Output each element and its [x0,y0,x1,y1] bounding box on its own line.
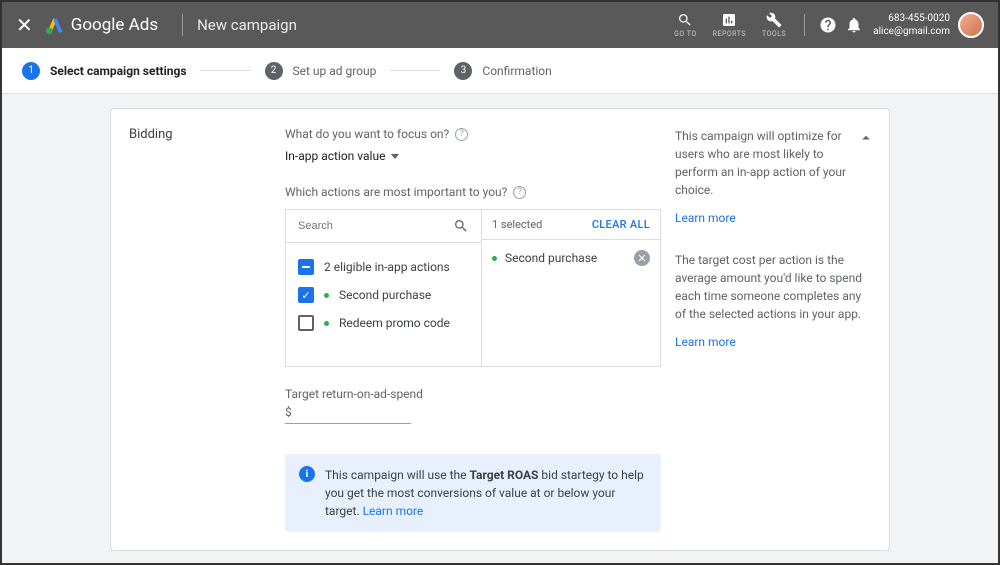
selected-header: 1 selected CLEAR ALL [482,210,660,240]
action-label: Redeem promo code [339,316,450,330]
callout-text: This campaign will use the Target ROAS b… [325,466,647,520]
goto-label: GO TO [674,30,697,38]
eligible-header-text: 2 eligible in-app actions [324,260,450,274]
action-item-redeem-promo[interactable]: Redeem promo code [298,309,469,337]
reports-icon [721,12,737,28]
input-underline [285,423,411,424]
app-header: ✕ Google Ads New campaign GO TO REPORTS … [2,2,998,48]
help-icon [819,16,837,34]
bidding-title: Bidding [129,127,285,532]
checkbox-checked-icon[interactable] [298,287,314,303]
selected-count: 1 selected [492,218,542,231]
actions-box: 2 eligible in-app actions Second purchas… [285,209,661,367]
actions-search-input[interactable] [298,220,453,232]
action-item-second-purchase[interactable]: Second purchase [298,281,469,309]
reports-tool[interactable]: REPORTS [713,12,746,38]
page-title: New campaign [197,16,297,34]
actions-search-row [286,210,481,243]
search-icon [677,12,693,28]
callout-pre: This campaign will use the [325,468,470,482]
focus-question: What do you want to focus on? [285,127,449,141]
step-3[interactable]: 3 Confirmation [454,62,551,80]
side-info-p2: The target cost per action is the averag… [675,251,871,323]
info-icon: i [299,466,315,482]
focus-value: In-app action value [285,149,385,163]
selected-item: Second purchase ✕ [482,240,660,276]
avatar[interactable] [958,12,984,38]
step-label: Set up ad group [293,64,377,78]
step-num: 2 [265,62,283,80]
action-label: Second purchase [339,288,431,302]
selected-label: Second purchase [505,251,597,265]
actions-question-row: Which actions are most important to you?… [285,185,661,199]
clear-all-button[interactable]: CLEAR ALL [592,218,650,231]
checkbox-empty-icon[interactable] [298,315,314,331]
actions-available: 2 eligible in-app actions Second purchas… [286,210,482,366]
step-label: Select campaign settings [50,64,187,78]
troas-label: Target return-on-ad-spend [285,387,661,401]
bidding-body: What do you want to focus on? ? In-app a… [285,127,661,532]
checkbox-indeterminate-icon[interactable] [298,259,314,275]
chevron-up-icon[interactable] [857,129,875,147]
step-num: 3 [454,62,472,80]
step-connector [201,70,251,71]
bidding-card: Bidding What do you want to focus on? ? … [110,108,890,551]
actions-selected: 1 selected CLEAR ALL Second purchase ✕ [482,210,660,366]
stepper: 1 Select campaign settings 2 Set up ad g… [2,48,998,94]
callout-bold: Target ROAS [470,468,539,482]
actions-question: Which actions are most important to you? [285,185,507,199]
goto-tool[interactable]: GO TO [674,12,697,38]
account-id: 683-455-0020 [888,12,950,25]
learn-more-link[interactable]: Learn more [675,333,871,351]
step-connector [390,70,440,71]
divider [182,14,183,36]
status-dot-icon [324,321,329,326]
currency-prefix: $ [285,405,292,419]
step-2[interactable]: 2 Set up ad group [265,62,377,80]
help-icon[interactable]: ? [455,128,468,141]
tools-tool[interactable]: TOOLS [762,12,786,38]
notifications-tool[interactable] [845,16,863,34]
divider [804,14,805,36]
learn-more-link[interactable]: Learn more [675,209,871,227]
focus-question-row: What do you want to focus on? ? [285,127,661,141]
focus-dropdown[interactable]: In-app action value [285,149,661,163]
tools-label: TOOLS [762,30,786,38]
search-icon[interactable] [453,218,469,234]
step-label: Confirmation [482,64,551,78]
callout-learn-more-link[interactable]: Learn more [363,504,424,518]
google-ads-icon [45,15,65,35]
close-icon[interactable]: ✕ [16,13,33,37]
side-info-p1: This campaign will optimize for users wh… [675,127,871,199]
account-email: alice@gmail.com [873,25,950,38]
step-1[interactable]: 1 Select campaign settings [22,62,187,80]
status-dot-icon [324,293,329,298]
user-info[interactable]: 683-455-0020 alice@gmail.com [873,12,950,38]
chevron-down-icon [391,154,399,159]
actions-list: 2 eligible in-app actions Second purchas… [286,243,481,347]
status-dot-icon [492,256,497,261]
bell-icon [845,16,863,34]
reports-label: REPORTS [713,30,746,38]
troas-input[interactable]: $ [285,405,661,419]
help-tool[interactable] [819,16,837,34]
side-info-panel: This campaign will optimize for users wh… [675,127,871,532]
step-num: 1 [22,62,40,80]
brand-text: Google Ads [71,15,158,35]
main-content: Bidding What do you want to focus on? ? … [2,94,998,563]
wrench-icon [766,12,782,28]
brand-logo[interactable]: Google Ads [45,15,158,35]
target-roas-callout: i This campaign will use the Target ROAS… [285,454,661,532]
help-icon[interactable]: ? [513,186,526,199]
eligible-header-row[interactable]: 2 eligible in-app actions [298,253,469,281]
remove-icon[interactable]: ✕ [634,250,650,266]
